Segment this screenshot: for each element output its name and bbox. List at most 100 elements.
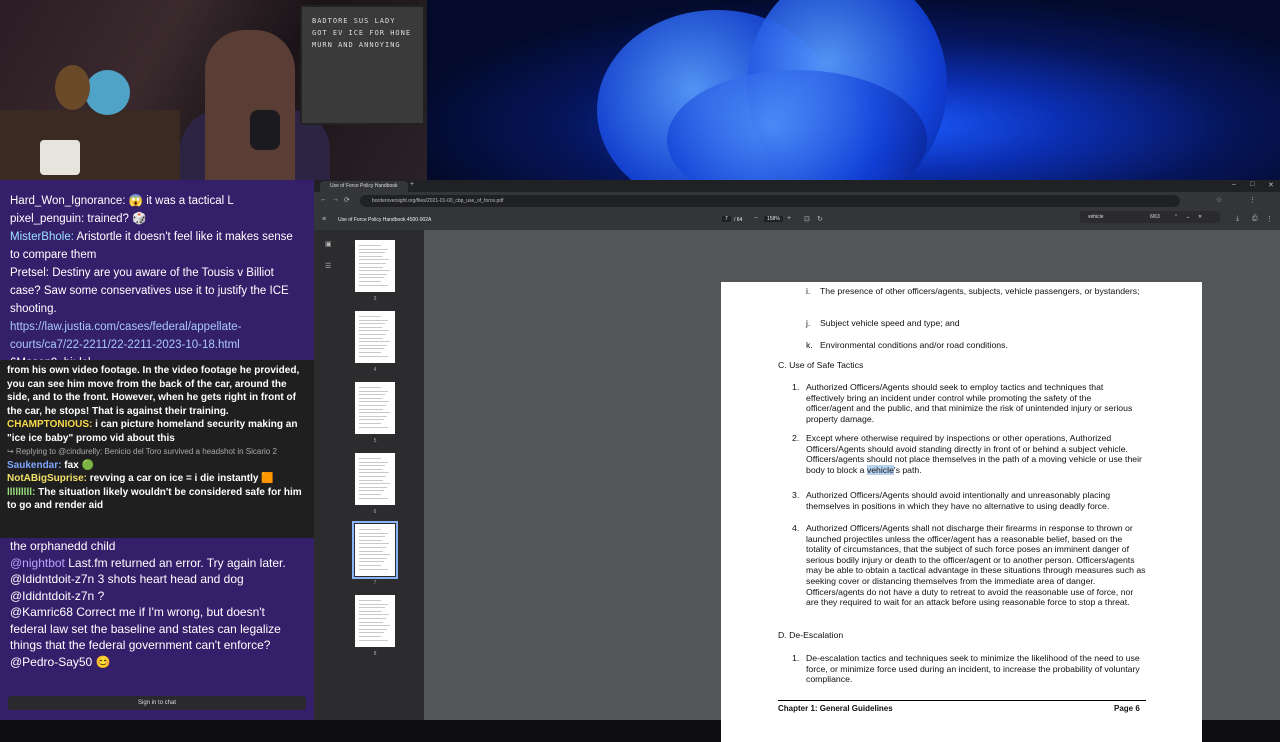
chat-username[interactable]: @Pedro-Say50	[10, 655, 92, 669]
pdf-list-marker: 4.	[792, 523, 800, 533]
chat-username[interactable]: NotABigSuprise:	[7, 473, 87, 484]
thumbnail-page-number: 8	[373, 651, 377, 657]
page-thumbnail[interactable]	[355, 382, 395, 434]
page-thumbnail[interactable]	[355, 453, 395, 505]
thumbnail-text-line	[359, 263, 386, 264]
pdf-list-marker: k.	[806, 340, 813, 350]
thumbnail-text-line	[359, 621, 383, 623]
chat-username[interactable]: @Kamric68	[10, 605, 73, 619]
desktop-wallpaper	[427, 0, 1280, 180]
tab-pdf[interactable]: Use of Force Policy Handbook	[320, 181, 408, 192]
thumbnail-page-number: 4	[373, 367, 377, 373]
thumbnail-text-line	[359, 468, 382, 470]
print-icon[interactable]: ⎙	[1252, 215, 1258, 223]
find-next-icon[interactable]: ⌄	[1186, 211, 1190, 223]
forward-icon[interactable]: →	[332, 196, 339, 203]
chat-link[interactable]: https://law.justia.com/cases/federal/app…	[10, 321, 241, 351]
maximize-icon[interactable]: □	[1250, 181, 1254, 188]
thumbnail-text-line	[359, 490, 384, 492]
microphone	[250, 110, 280, 150]
thumbnail-text-line	[359, 284, 388, 286]
thumbnail-text-line	[359, 539, 382, 541]
chat-message: Pretsel: Destiny are you aware of the To…	[10, 264, 304, 318]
chat-message: Saukendar: fax 🟢	[7, 459, 307, 473]
download-icon[interactable]: ⤓	[1236, 215, 1239, 223]
chat-text: trained? 🎲	[87, 213, 147, 225]
url-field[interactable]: borderoversight.org/files/2021-01-00_cbp…	[360, 195, 1180, 207]
pdf-viewer: i. The presence of other officers/agents,…	[424, 230, 1280, 742]
chat-text: 3 shots heart head and dog	[97, 572, 244, 586]
chat-line: from his own video footage. In the video…	[7, 365, 300, 417]
outline-view-icon[interactable]: ☰	[325, 262, 331, 270]
sign-in-to-chat-button[interactable]: Sign in to chat	[8, 696, 306, 710]
find-input[interactable]: vehicle	[1088, 214, 1104, 220]
thumbnail-text-line	[359, 497, 388, 499]
browser-window: Use of Force Policy Handbook + – □ ✕ ← →…	[314, 180, 1280, 742]
close-icon[interactable]: ✕	[1268, 181, 1274, 189]
chat-message: https://law.justia.com/cases/federal/app…	[10, 318, 304, 354]
page-total: / 64	[734, 217, 743, 223]
page-thumbnail[interactable]	[355, 311, 395, 363]
pdf-paragraph: Authorized Officers/Agents should avoid …	[806, 490, 1111, 511]
thumbnail-text-line	[359, 330, 389, 332]
zoom-input[interactable]: 158%	[764, 216, 783, 222]
thumbnail-text-line	[359, 632, 384, 634]
menu-icon[interactable]: ≡	[322, 216, 326, 223]
thumbnail-text-line	[359, 529, 381, 530]
new-tab-icon[interactable]: +	[410, 181, 414, 188]
chat-username[interactable]: @Ididntdoit-z7n	[10, 589, 94, 603]
reload-icon[interactable]: ⟳	[344, 196, 350, 204]
page-number-input[interactable]: 7	[722, 216, 731, 222]
chat-username[interactable]: lllllllll:	[7, 487, 35, 498]
pdf-list-marker: i.	[806, 286, 811, 296]
thumbnail-text-line	[359, 607, 385, 609]
pdf-paragraph: The presence of other officers/agents, s…	[820, 286, 1140, 296]
find-close-icon[interactable]: ✕	[1198, 211, 1202, 223]
thumbnail-page-number: 3	[373, 296, 377, 302]
fit-page-icon[interactable]: ⊡	[804, 215, 810, 223]
minimize-icon[interactable]: –	[1232, 181, 1236, 188]
chat-text: revving a car on ice = i die instantly 🟧	[89, 473, 274, 484]
thumbnail-text-line	[359, 394, 385, 396]
find-prev-icon[interactable]: ⌃	[1174, 211, 1178, 223]
thumbnail-text-line	[359, 334, 386, 335]
thumbnails-view-icon[interactable]: ▣	[325, 240, 332, 248]
zoom-out-icon[interactable]: −	[754, 215, 758, 222]
back-icon[interactable]: ←	[320, 196, 327, 203]
thumbnail-text-line	[359, 245, 381, 246]
chat-username[interactable]: Pretsel:	[10, 267, 49, 279]
find-bar[interactable]: vehicle 6/63 ⌃ ⌄ ✕	[1080, 211, 1220, 223]
more-icon[interactable]: ⋮	[1266, 215, 1273, 223]
chat-text: 😱 it was a tactical L	[128, 195, 234, 207]
rotate-icon[interactable]: ↻	[817, 215, 823, 223]
chat-username[interactable]: Saukendar:	[7, 460, 61, 471]
footer-rule	[778, 700, 1146, 701]
chat-text: Destiny are you aware of the Tousis v Bi…	[10, 267, 289, 315]
page-thumbnail[interactable]	[355, 595, 395, 647]
page-thumbnail[interactable]	[355, 240, 395, 292]
thumbnail-text-line	[359, 557, 387, 559]
extensions-icon[interactable]: ⋮	[1249, 196, 1256, 204]
chat-message: @nightbot Last.fm returned an error. Try…	[10, 555, 304, 572]
pdf-section-heading: D. De-Escalation	[778, 630, 844, 640]
pdf-title: Use of Force Policy Handbook 4500-002A	[338, 217, 432, 223]
chat-text: The situation likely wouldn't be conside…	[7, 486, 302, 512]
chat-username[interactable]: Hard_Won_Ignorance:	[10, 195, 126, 207]
chat-username[interactable]: @nightbot	[10, 556, 65, 570]
thumbnail-text-line	[359, 547, 386, 548]
chat-username[interactable]: @Ididntdoit-z7n	[10, 572, 94, 586]
plush-toy	[85, 70, 130, 115]
thumbnail-text-line	[359, 255, 382, 257]
zoom-in-icon[interactable]: +	[787, 215, 791, 222]
thumbnail-text-line	[359, 316, 381, 317]
chat-text: ?	[97, 588, 105, 603]
chat-username[interactable]: pixel_penguin:	[10, 213, 84, 225]
pdf-section-heading: C. Use of Safe Tactics	[778, 360, 864, 370]
bookmark-icon[interactable]: ☆	[1216, 196, 1222, 204]
page-thumbnail[interactable]	[352, 521, 398, 579]
thumbnail-text-line	[359, 248, 388, 250]
chat-username[interactable]: CHAMPTONIOUS:	[7, 419, 92, 430]
thumbnail-text-line	[359, 266, 383, 268]
thumbnail-page-number: 5	[373, 438, 377, 444]
chat-username[interactable]: MisterBhole:	[10, 231, 74, 243]
